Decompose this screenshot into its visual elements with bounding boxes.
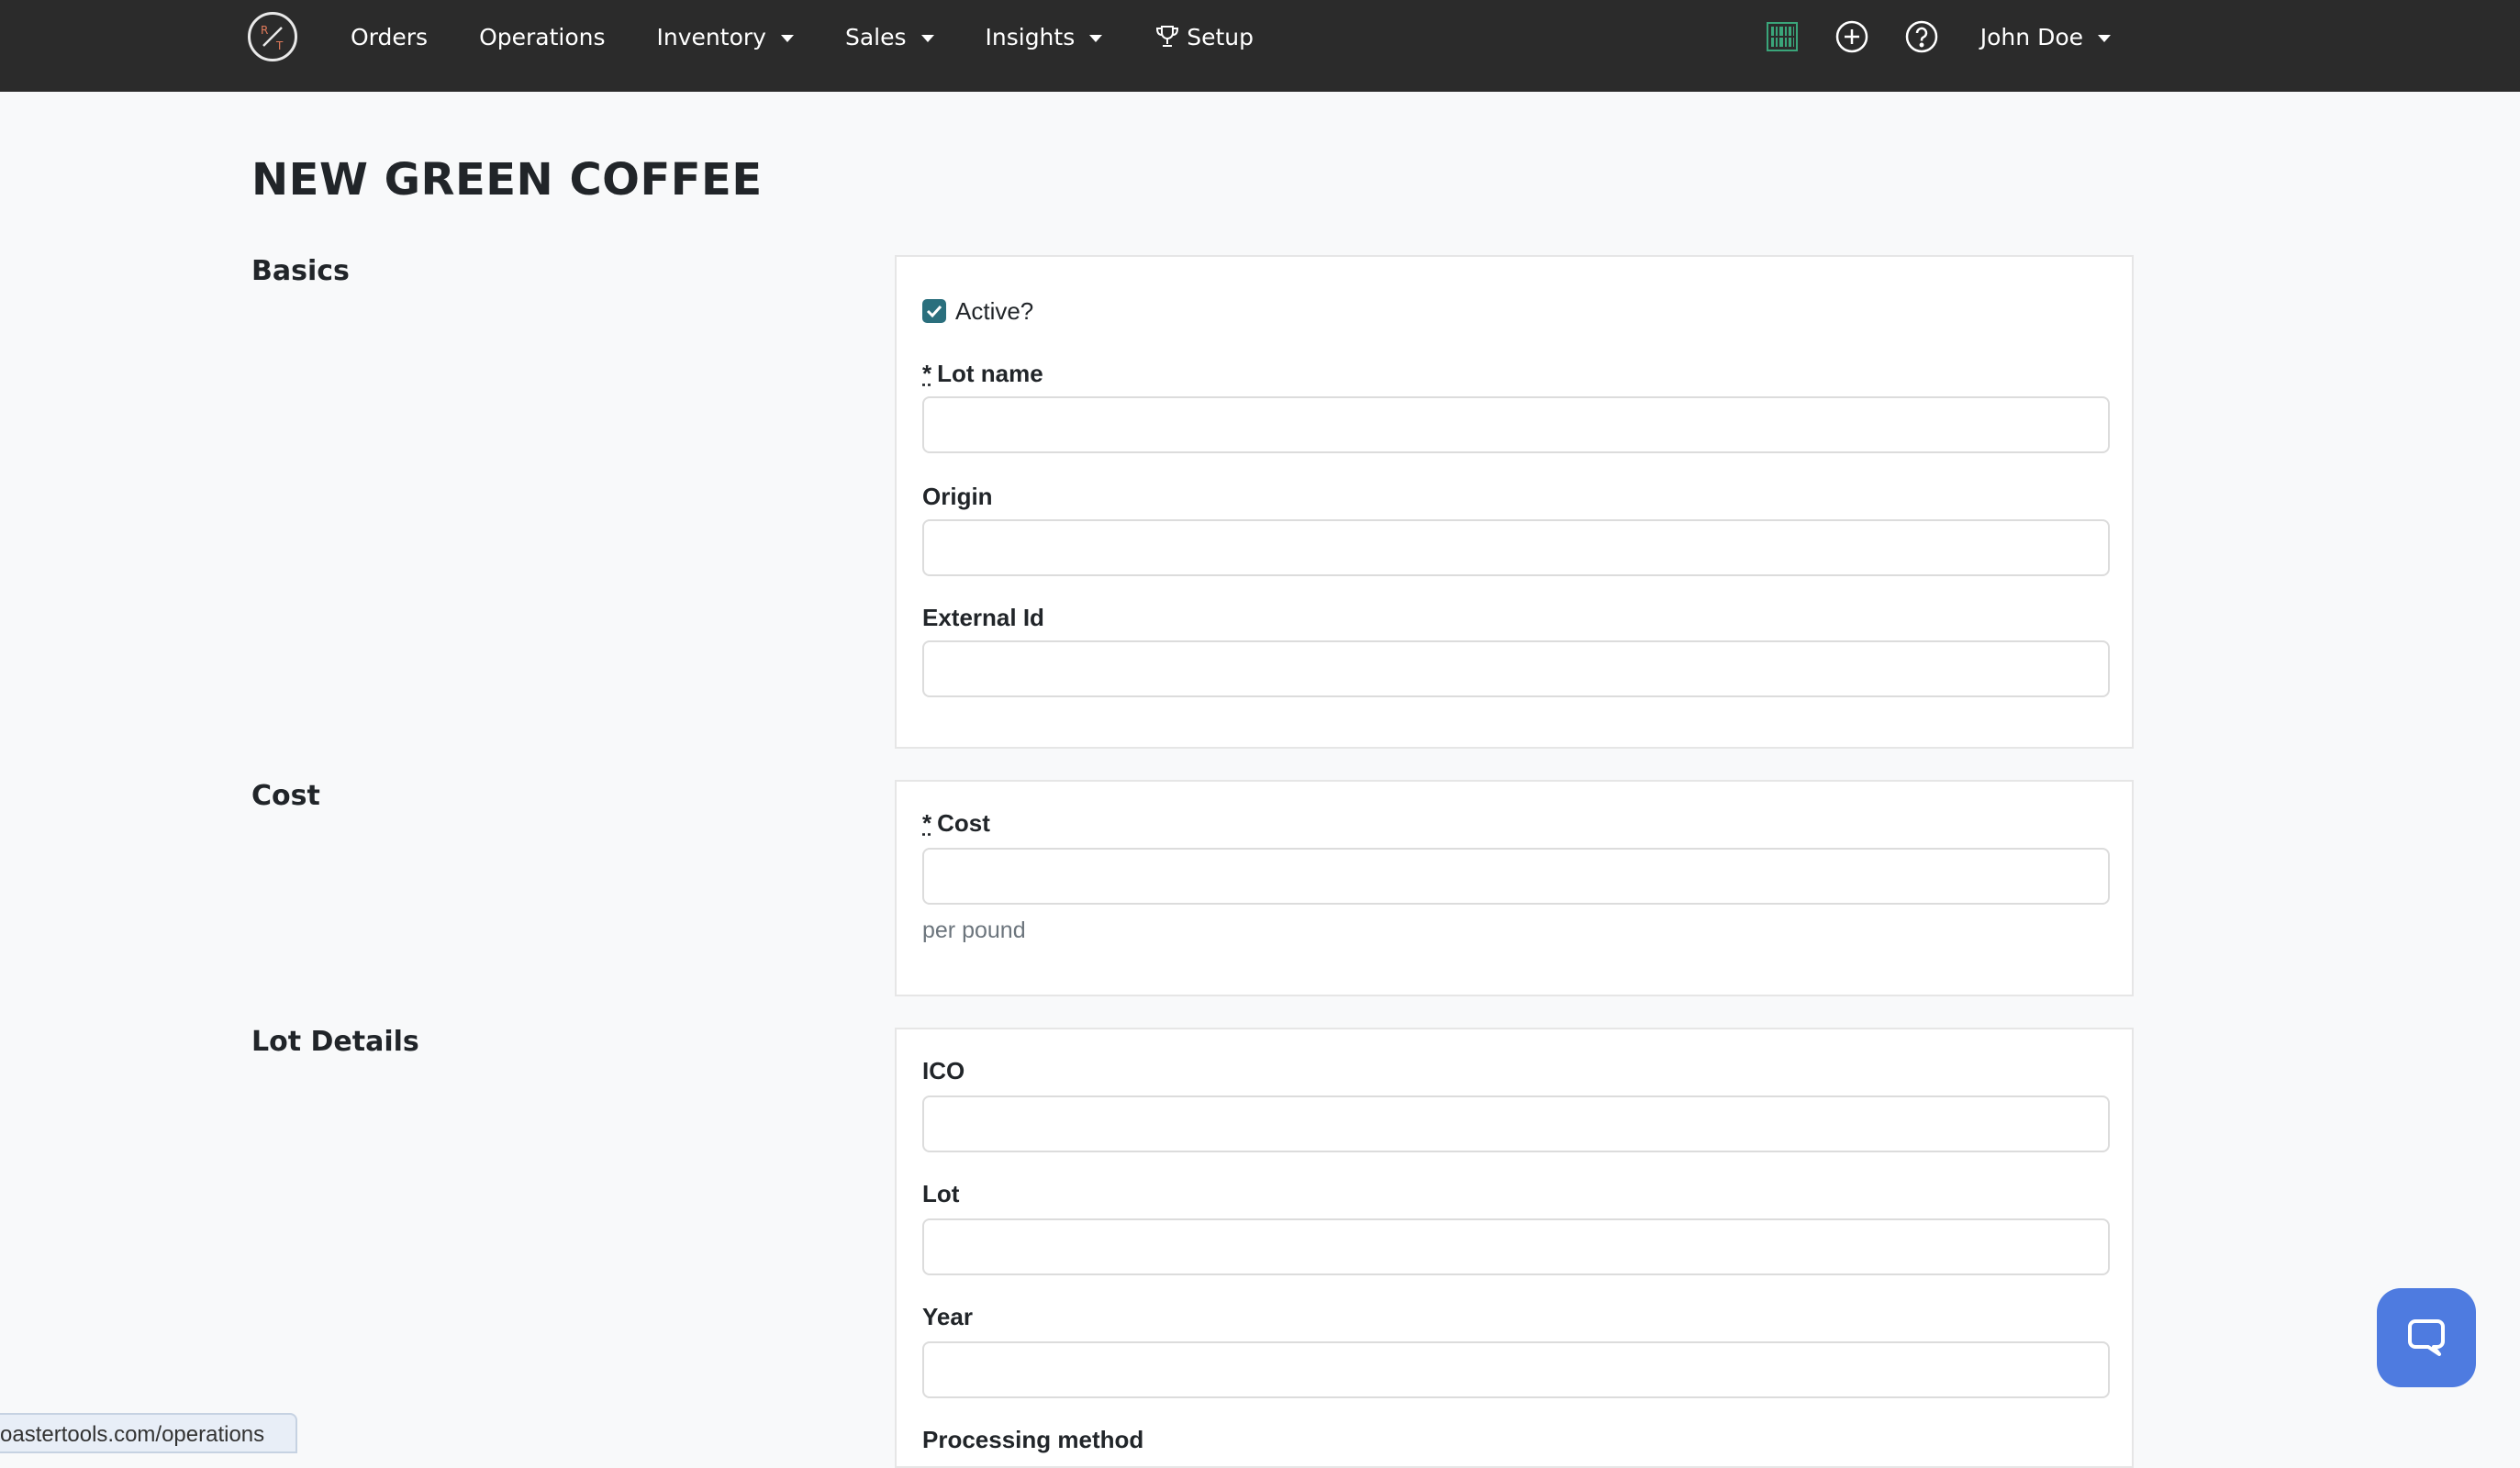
cost-input[interactable]: [922, 848, 2110, 905]
section-title-cost: Cost: [251, 780, 320, 812]
basics-card: Active? * Lot name Origin External Id: [895, 255, 2134, 749]
user-name: John Doe: [1980, 24, 2083, 50]
top-navbar: R T Orders Operations Inventory Sales In…: [0, 0, 2520, 92]
nav-setup[interactable]: Setup: [1128, 0, 1279, 73]
ico-input[interactable]: [922, 1095, 2110, 1152]
chat-bubble-icon: [2403, 1314, 2450, 1362]
chevron-down-icon: [2098, 35, 2111, 42]
nav-operations-label: Operations: [479, 24, 605, 50]
barcode-icon[interactable]: [1764, 18, 1801, 55]
active-checkbox[interactable]: [922, 299, 946, 323]
question-circle-icon[interactable]: [1903, 18, 1940, 55]
year-input[interactable]: [922, 1341, 2110, 1398]
year-label: Year: [922, 1303, 973, 1331]
chevron-down-icon: [1089, 35, 1102, 42]
nav-inventory[interactable]: Inventory: [631, 0, 820, 73]
nav-sales[interactable]: Sales: [820, 0, 960, 73]
active-checkbox-label: Active?: [955, 297, 1033, 326]
nav-sales-label: Sales: [845, 24, 907, 50]
section-title-basics: Basics: [251, 255, 350, 287]
origin-label: Origin: [922, 483, 993, 511]
lot-name-label-text: Lot name: [937, 360, 1043, 387]
origin-input[interactable]: [922, 519, 2110, 576]
cost-label: * Cost: [922, 809, 990, 838]
required-marker: *: [922, 809, 931, 837]
user-menu[interactable]: John Doe: [1980, 24, 2111, 50]
cost-help-text: per pound: [922, 918, 1026, 944]
processing-method-label: Processing method: [922, 1426, 1143, 1454]
lot-label: Lot: [922, 1180, 959, 1208]
nav-orders[interactable]: Orders: [325, 0, 453, 73]
chevron-down-icon: [781, 35, 794, 42]
trophy-icon: [1154, 23, 1181, 50]
chat-button[interactable]: [2377, 1288, 2476, 1387]
lot-details-card: ICO Lot Year Processing method: [895, 1028, 2134, 1468]
external-id-label: External Id: [922, 604, 1044, 632]
nav-inventory-label: Inventory: [657, 24, 766, 50]
section-title-lot-details: Lot Details: [251, 1026, 419, 1058]
cost-card: * Cost per pound: [895, 780, 2134, 996]
nav-insights-label: Insights: [986, 24, 1076, 50]
ico-label: ICO: [922, 1057, 965, 1085]
status-bar-url: oastertools.com/operations: [0, 1413, 297, 1453]
page-title: NEW GREEN COFFEE: [251, 154, 763, 206]
nav-insights[interactable]: Insights: [960, 0, 1129, 73]
external-id-input[interactable]: [922, 640, 2110, 697]
nav-operations[interactable]: Operations: [453, 0, 630, 73]
nav-orders-label: Orders: [351, 24, 428, 50]
svg-text:R: R: [261, 24, 268, 37]
nav-right: John Doe: [1747, 0, 2111, 73]
svg-text:T: T: [275, 39, 284, 52]
nav-setup-label: Setup: [1187, 24, 1254, 50]
required-marker: *: [922, 360, 931, 387]
lot-name-label: * Lot name: [922, 360, 1043, 388]
cost-label-text: Cost: [937, 809, 990, 837]
plus-circle-icon[interactable]: [1834, 18, 1870, 55]
chevron-down-icon: [921, 35, 934, 42]
lot-name-input[interactable]: [922, 396, 2110, 453]
roastertools-logo-icon[interactable]: R T: [248, 12, 297, 61]
lot-input[interactable]: [922, 1218, 2110, 1275]
